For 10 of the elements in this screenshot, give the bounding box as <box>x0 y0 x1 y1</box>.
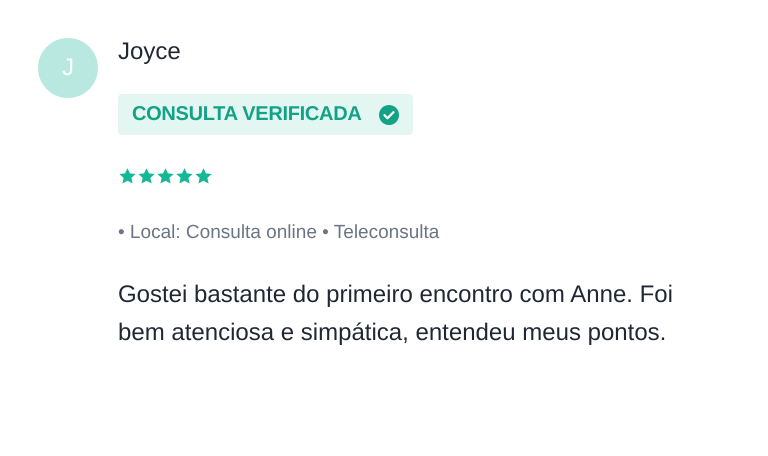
verified-badge: CONSULTA VERIFICADA <box>118 94 414 135</box>
star-icon <box>175 167 194 186</box>
consultation-info: • Local: Consulta online • Teleconsulta <box>118 222 440 244</box>
star-icon <box>118 167 137 186</box>
author-name: Joyce <box>118 38 181 66</box>
star-icon <box>194 167 213 186</box>
review-text: Gostei bastante do primeiro encontro com Anne. Foi bem atenciosa e simpática, entendeu meus pontos. <box>118 280 674 348</box>
star-icon <box>156 167 175 186</box>
avatar: J <box>38 38 98 98</box>
star-icon <box>137 167 156 186</box>
